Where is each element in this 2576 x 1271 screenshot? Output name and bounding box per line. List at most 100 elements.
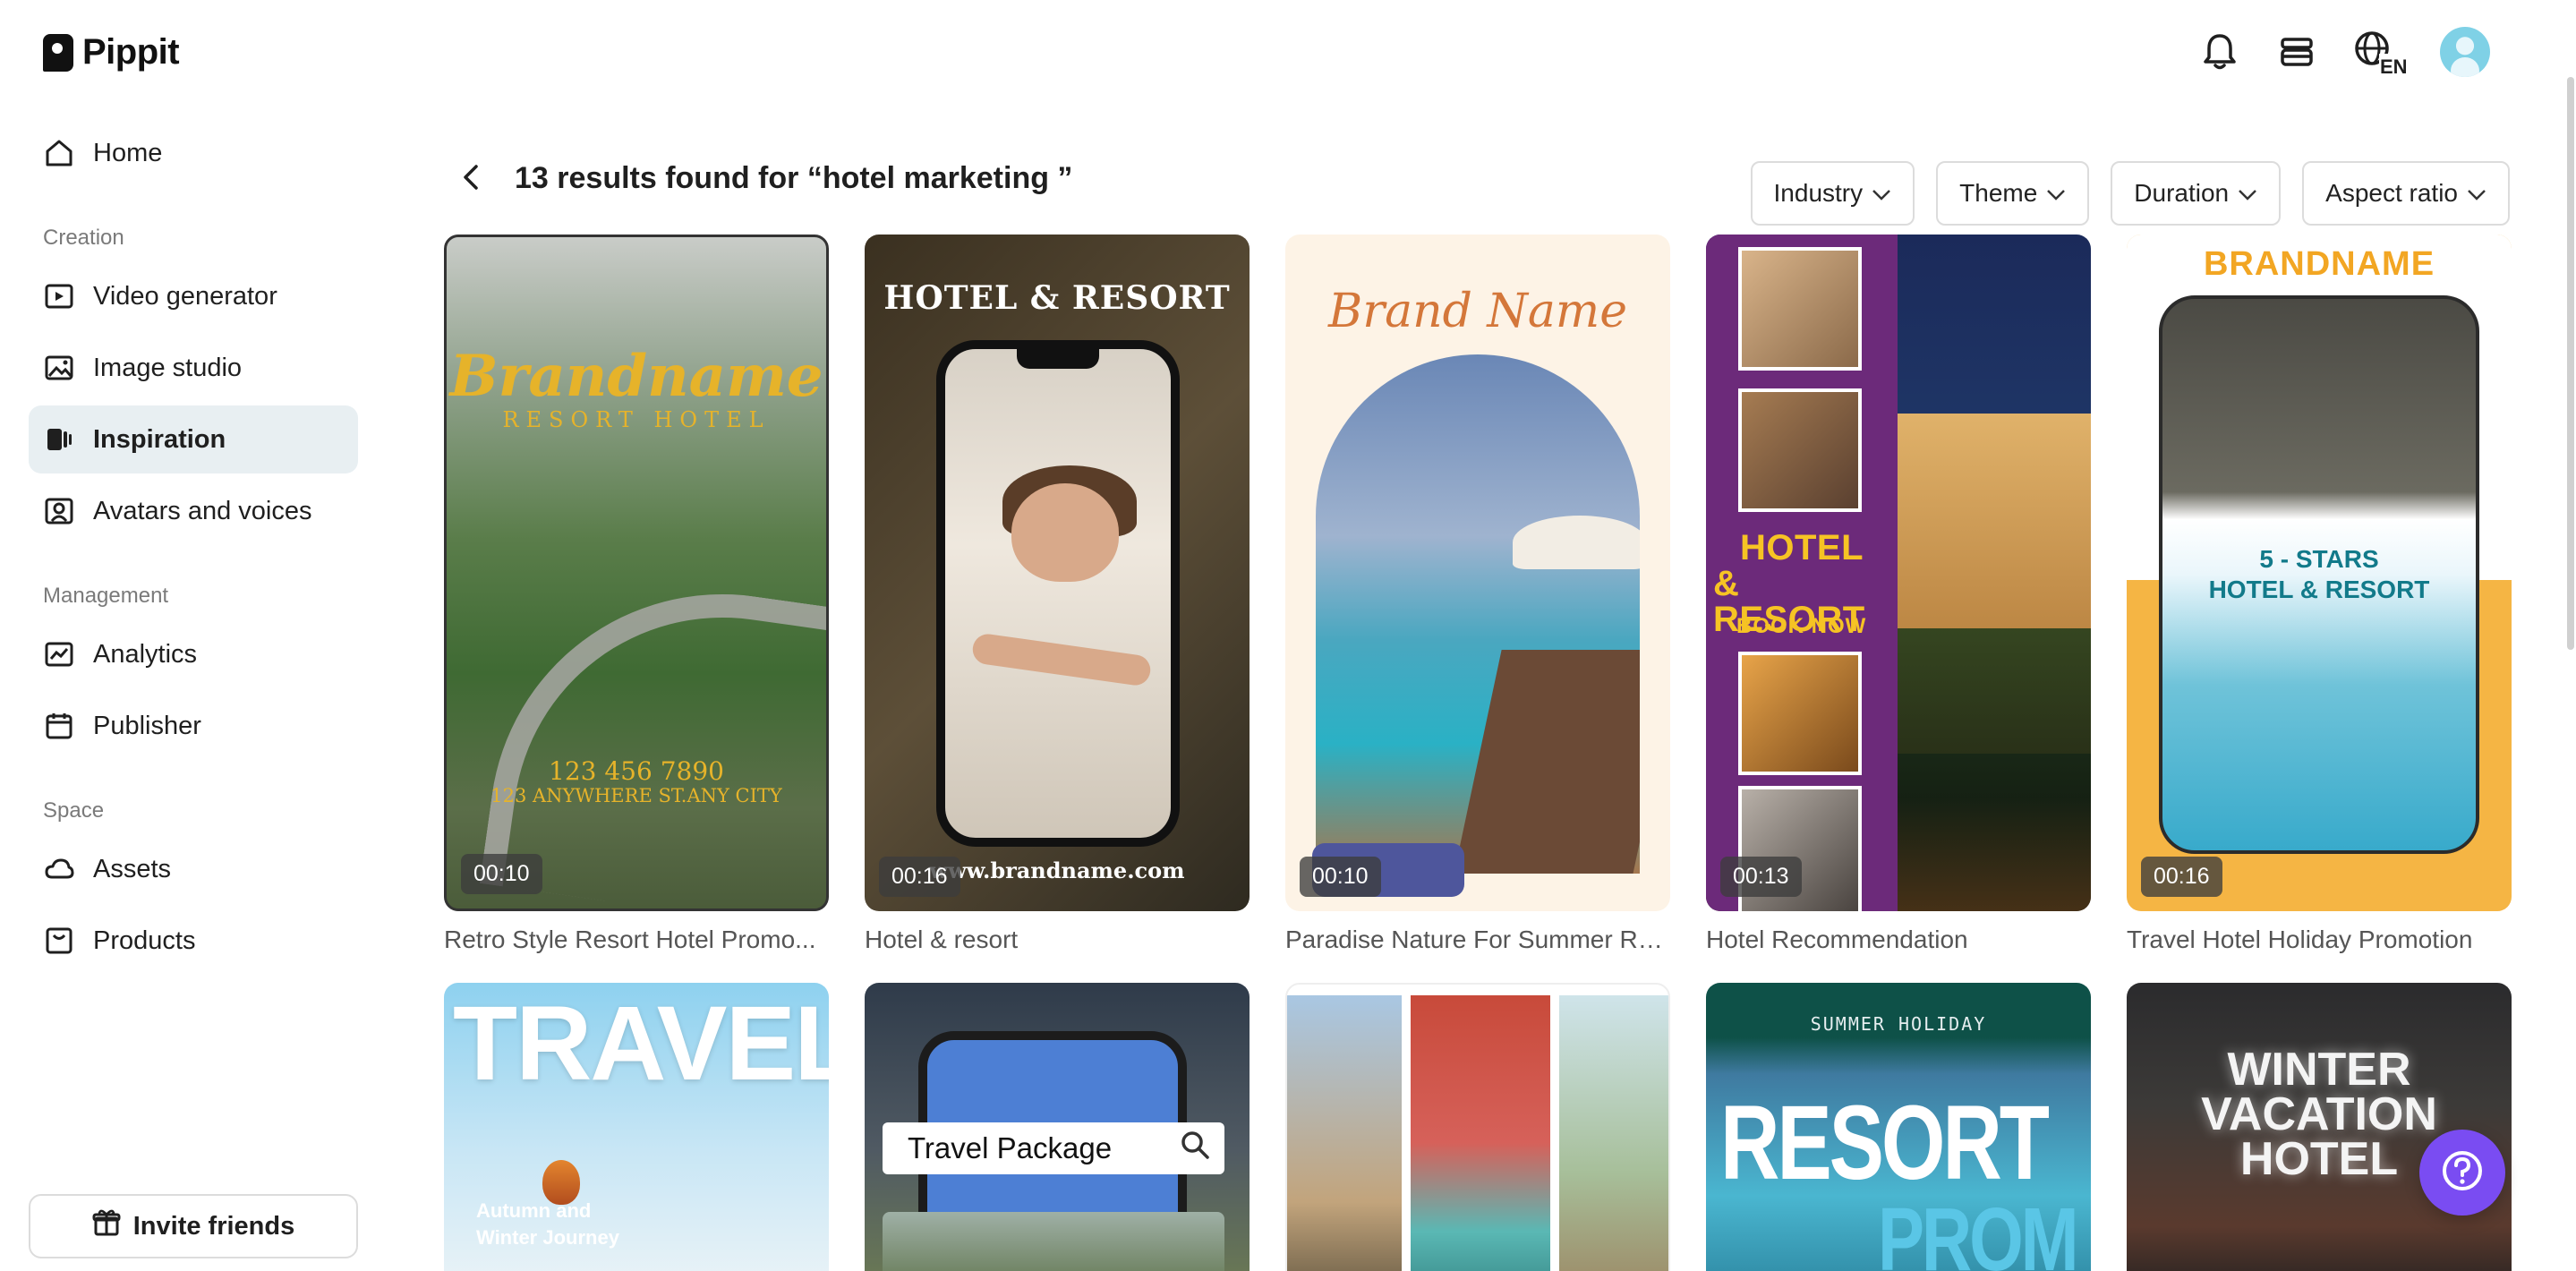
chevron-down-icon [1872,179,1891,208]
thumbnail-phone-text: 123 456 7890 [549,756,724,786]
sidebar-item-label: Analytics [93,639,198,669]
thumbnail-search-text: Travel Package [908,1131,1113,1164]
header-actions: EN [2198,27,2490,77]
home-icon [43,137,75,169]
filter-duration[interactable]: Duration [2111,161,2282,226]
template-card[interactable]: HOTEL & RESORT BOOK NOW 00:13 [1706,235,2091,911]
thumbnail-small-text: PROM [1878,1190,2079,1271]
sidebar-item-label: Assets [93,854,172,883]
credits-stack-icon[interactable] [2275,30,2318,73]
chevron-down-icon [2046,179,2066,208]
filter-label: Theme [1959,179,2038,207]
filter-bar: Industry Theme Duration Aspect ratio [1750,161,2510,226]
filter-theme[interactable]: Theme [1936,161,2090,226]
chevron-left-icon [462,164,480,195]
sidebar-item-home[interactable]: Home [29,119,358,187]
thumbnail-sub-text: RESORT HOTEL [502,407,771,432]
thumbnail-brand-text: Brand Name [1328,285,1627,338]
card-caption[interactable]: Hotel & resort [865,926,1250,954]
section-label-management: Management [43,584,169,608]
template-card[interactable]: BRANDNAME 5 - STARS HOTEL & RESORT 00:16 [2127,235,2512,911]
card-caption[interactable]: Travel Hotel Holiday Promotion [2127,926,2512,954]
sidebar-item-label: Publisher [93,711,201,740]
search-icon [1180,1130,1210,1167]
language-globe-icon[interactable]: EN [2352,30,2406,75]
template-card[interactable]: SUMMER HOLIDAY RESORT PROM [1706,983,2091,1271]
notification-bell-icon[interactable] [2198,30,2241,73]
duration-badge: 00:16 [2141,857,2222,897]
filter-label: Industry [1773,179,1864,207]
thumbnail-arch-photo [1316,354,1640,874]
sidebar-item-publisher[interactable]: Publisher [29,692,358,760]
template-card[interactable] [1285,983,1670,1271]
filter-label: Duration [2134,179,2230,207]
template-card[interactable]: TRAVEL Autumn and Winter Journey [444,983,829,1271]
calendar-icon [43,710,75,742]
thumbnail-search-bar: Travel Package [883,1122,1224,1174]
back-button[interactable] [455,161,487,197]
thumbnail-big-text: TRAVEL [453,985,829,1103]
thumbnail-title-text: HOTEL & RESORT [883,279,1231,317]
avatar-icon [43,495,75,527]
thumbnail-top-text: SUMMER HOLIDAY [1810,1013,1987,1035]
sidebar-item-label: Inspiration [93,424,226,454]
page-scrollbar[interactable] [2567,77,2574,650]
sidebar-item-analytics[interactable]: Analytics [29,620,358,688]
help-question-icon [2440,1148,2485,1198]
thumbnail-address-text: 123 ANYWHERE ST.ANY CITY [490,785,782,806]
sidebar-item-avatars-voices[interactable]: Avatars and voices [29,477,358,545]
template-card[interactable]: HOTEL & RESORT www.brandname.com 00:16 [865,235,1250,911]
thumbnail-brand-text: Brandname [449,343,823,410]
template-card[interactable]: Brandname RESORT HOTEL 123 456 7890 123 … [444,235,829,911]
sidebar-item-video-generator[interactable]: Video generator [29,262,358,330]
duration-badge: 00:10 [1300,857,1381,897]
duration-badge: 00:13 [1720,857,1802,897]
sidebar-item-label: Video generator [93,281,277,311]
sidebar-item-assets[interactable]: Assets [29,835,358,903]
filter-label: Aspect ratio [2325,179,2458,207]
template-card[interactable]: Travel Package [865,983,1250,1271]
sidebar-item-label: Avatars and voices [93,496,312,525]
duration-badge: 00:16 [879,857,960,897]
thumbnail-brand-text: BRANDNAME [2203,245,2435,283]
product-icon [43,925,75,957]
sidebar-item-label: Image studio [93,353,243,382]
image-studio-icon [43,352,75,384]
user-avatar[interactable] [2440,27,2490,77]
invite-friends-label: Invite friends [132,1211,295,1241]
thumbnail-line1: 5 - STARS [2259,545,2379,573]
card-caption[interactable]: Retro Style Resort Hotel Promo... [444,926,829,954]
sidebar-item-label: Home [93,138,163,167]
section-label-creation: Creation [43,226,124,250]
filter-industry[interactable]: Industry [1750,161,1915,226]
sidebar-item-label: Products [93,926,196,955]
cloud-icon [43,853,75,885]
sidebar: Home Creation Video generator Image stud… [29,0,360,1271]
sidebar-item-inspiration[interactable]: Inspiration [29,405,358,473]
invite-friends-button[interactable]: Invite friends [29,1194,358,1258]
template-card[interactable]: Brand Name 00:10 [1285,235,1670,911]
gift-icon [92,1208,121,1244]
thumbnail-sub-line1: Autumn and [476,1199,592,1222]
duration-badge: 00:10 [461,854,542,894]
thumbnail-big-text: RESORT [1720,1084,2050,1202]
help-button[interactable] [2419,1130,2505,1216]
inspiration-icon [43,423,75,456]
thumbnail-line2: HOTEL & RESORT [2208,576,2430,603]
thumbnail-line1: WINTER [2227,1044,2411,1096]
chevron-down-icon [2467,179,2486,208]
sidebar-item-image-studio[interactable]: Image studio [29,334,358,402]
thumbnail-cta-text: BOOK NOW [1736,614,1867,638]
chevron-down-icon [2238,179,2257,208]
thumbnail-sub-line2: Winter Journey [476,1226,619,1249]
card-caption[interactable]: Hotel Recommendation [1706,926,2091,954]
results-title: 13 results found for “hotel marketing ” [515,161,1073,195]
video-generator-icon [43,280,75,312]
thumbnail-title-line1: HOTEL [1740,528,1864,567]
thumbnail-phone-frame [936,340,1180,847]
sidebar-item-products[interactable]: Products [29,907,358,975]
template-card[interactable]: WINTER VACATION HOTEL [2127,983,2512,1271]
card-caption[interactable]: Paradise Nature For Summer Re... [1285,926,1670,954]
filter-aspect-ratio[interactable]: Aspect ratio [2302,161,2510,226]
language-code: EN [2380,55,2406,75]
